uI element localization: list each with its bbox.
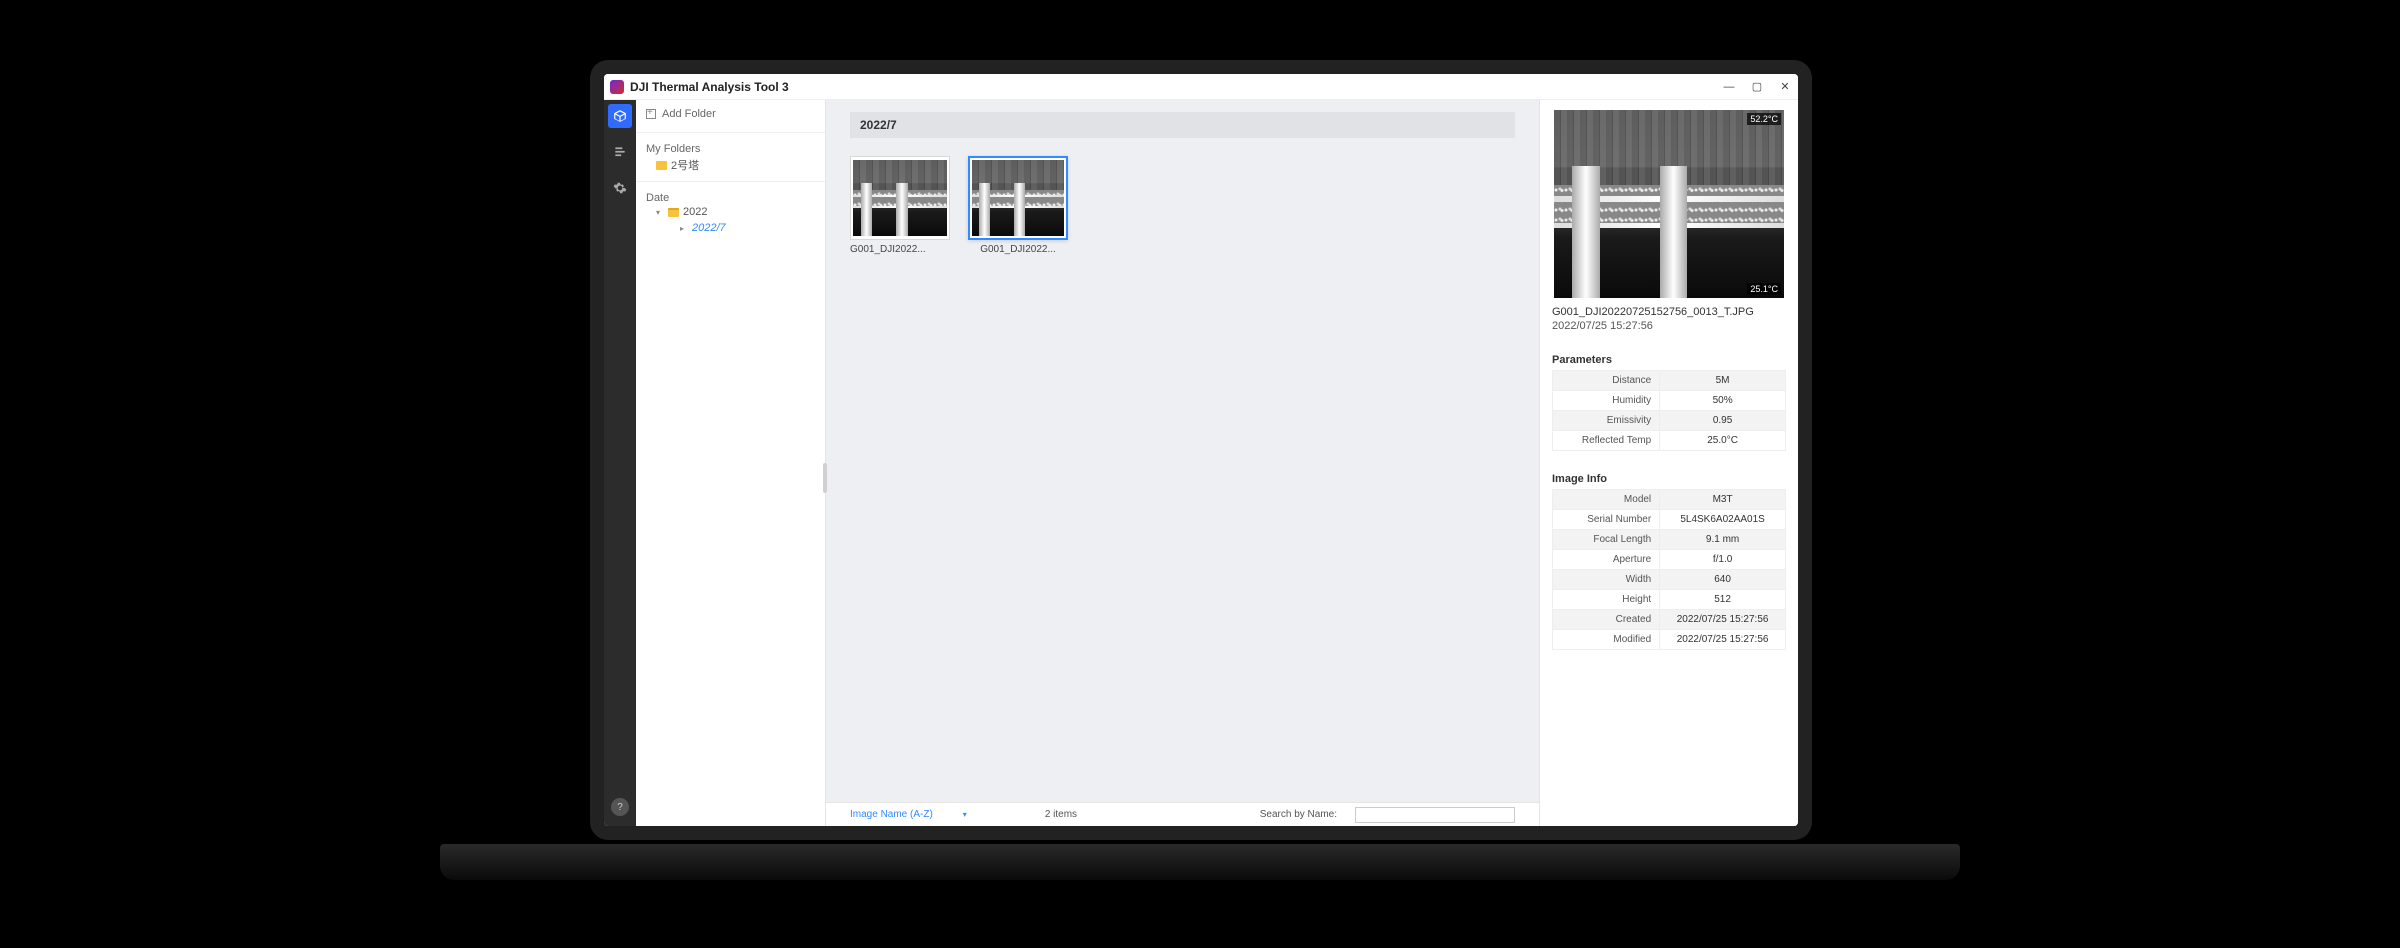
- rail-batch-icon[interactable]: [608, 140, 632, 164]
- sort-label: Image Name (A-Z): [850, 809, 933, 820]
- app-title: DJI Thermal Analysis Tool 3: [630, 80, 789, 94]
- rail-settings-icon[interactable]: [608, 176, 632, 200]
- sort-dropdown[interactable]: Image Name (A-Z) ▾: [850, 809, 967, 820]
- folder-open-icon: [668, 208, 679, 217]
- thumbnail-label: G001_DJI2022...: [850, 244, 950, 255]
- folder-tree-panel: Add Folder My Folders 2号塔 Date ▾ 2022 ▸: [636, 100, 826, 826]
- chevron-down-icon: ▾: [963, 810, 967, 819]
- minimize-button[interactable]: —: [1722, 80, 1736, 94]
- close-button[interactable]: ✕: [1778, 80, 1792, 94]
- table-row: Height512: [1553, 590, 1786, 610]
- my-folders-label: My Folders: [646, 143, 815, 155]
- thumbnail-label: G001_DJI2022...: [968, 244, 1068, 255]
- table-row: Modified2022/07/25 15:27:56: [1553, 630, 1786, 650]
- parameters-title: Parameters: [1552, 354, 1786, 366]
- titlebar: DJI Thermal Analysis Tool 3 — ▢ ✕: [604, 74, 1798, 100]
- table-row: Emissivity0.95: [1553, 411, 1786, 431]
- folder-icon: [656, 161, 667, 170]
- detail-datetime: 2022/07/25 15:27:56: [1552, 320, 1786, 332]
- thumbnail-item[interactable]: G001_DJI2022...: [850, 156, 950, 255]
- panel-resize-handle[interactable]: [823, 463, 827, 493]
- add-folder-label: Add Folder: [662, 108, 716, 120]
- folder-node[interactable]: 2号塔: [646, 155, 815, 175]
- table-row: Distance5M: [1553, 371, 1786, 391]
- imageinfo-table: ModelM3T Serial Number5L4SK6A02AA01S Foc…: [1552, 489, 1786, 650]
- temp-min-badge: 25.1°C: [1747, 283, 1781, 295]
- app-logo-icon: [610, 80, 624, 94]
- thumbnail-item[interactable]: G001_DJI2022...: [968, 156, 1068, 255]
- parameters-table: Distance5M Humidity50% Emissivity0.95 Re…: [1552, 370, 1786, 451]
- table-row: Created2022/07/25 15:27:56: [1553, 610, 1786, 630]
- divider: [636, 181, 825, 182]
- table-row: Humidity50%: [1553, 391, 1786, 411]
- laptop-frame: DJI Thermal Analysis Tool 3 — ▢ ✕ ?: [590, 60, 1812, 840]
- tree-month-label: 2022/7: [692, 222, 726, 234]
- caret-down-icon: ▾: [656, 208, 664, 217]
- table-row: Focal Length9.1 mm: [1553, 530, 1786, 550]
- app-window: DJI Thermal Analysis Tool 3 — ▢ ✕ ?: [604, 74, 1798, 826]
- temp-max-badge: 52.2°C: [1747, 113, 1781, 125]
- search-label: Search by Name:: [1260, 809, 1337, 820]
- left-icon-rail: ?: [604, 100, 636, 826]
- rail-library-icon[interactable]: [608, 104, 632, 128]
- item-count: 2 items: [1045, 809, 1077, 820]
- breadcrumb: 2022/7: [850, 112, 1515, 138]
- tree-year-label: 2022: [683, 206, 707, 218]
- detail-filename: G001_DJI20220725152756_0013_T.JPG: [1552, 306, 1786, 318]
- table-row: ModelM3T: [1553, 490, 1786, 510]
- maximize-button[interactable]: ▢: [1750, 80, 1764, 94]
- window-controls: — ▢ ✕: [1722, 80, 1792, 94]
- imageinfo-title: Image Info: [1552, 473, 1786, 485]
- preview-image: 52.2°C 25.1°C: [1554, 110, 1784, 298]
- table-row: Reflected Temp25.0°C: [1553, 431, 1786, 451]
- thumbnail-grid: G001_DJI2022... G001_DJI2022...: [850, 156, 1515, 255]
- help-icon[interactable]: ?: [611, 798, 629, 816]
- date-label: Date: [646, 192, 815, 204]
- folder-name: 2号塔: [671, 157, 699, 173]
- tree-year-node[interactable]: ▾ 2022: [646, 204, 815, 220]
- search-input[interactable]: [1355, 807, 1515, 823]
- caret-right-icon: ▸: [680, 224, 688, 233]
- laptop-base: [440, 844, 1960, 880]
- gallery-footer: Image Name (A-Z) ▾ 2 items Search by Nam…: [826, 802, 1539, 826]
- table-row: Serial Number5L4SK6A02AA01S: [1553, 510, 1786, 530]
- add-folder-button[interactable]: Add Folder: [646, 106, 815, 126]
- gallery-panel: 2022/7 G001_DJI2022... G001_DJI2022...: [826, 100, 1540, 826]
- plus-icon: [646, 109, 656, 119]
- table-row: Width640: [1553, 570, 1786, 590]
- detail-panel: 52.2°C 25.1°C G001_DJI20220725152756_001…: [1540, 100, 1798, 826]
- tree-month-node[interactable]: ▸ 2022/7: [646, 220, 815, 236]
- divider: [636, 132, 825, 133]
- table-row: Aperturef/1.0: [1553, 550, 1786, 570]
